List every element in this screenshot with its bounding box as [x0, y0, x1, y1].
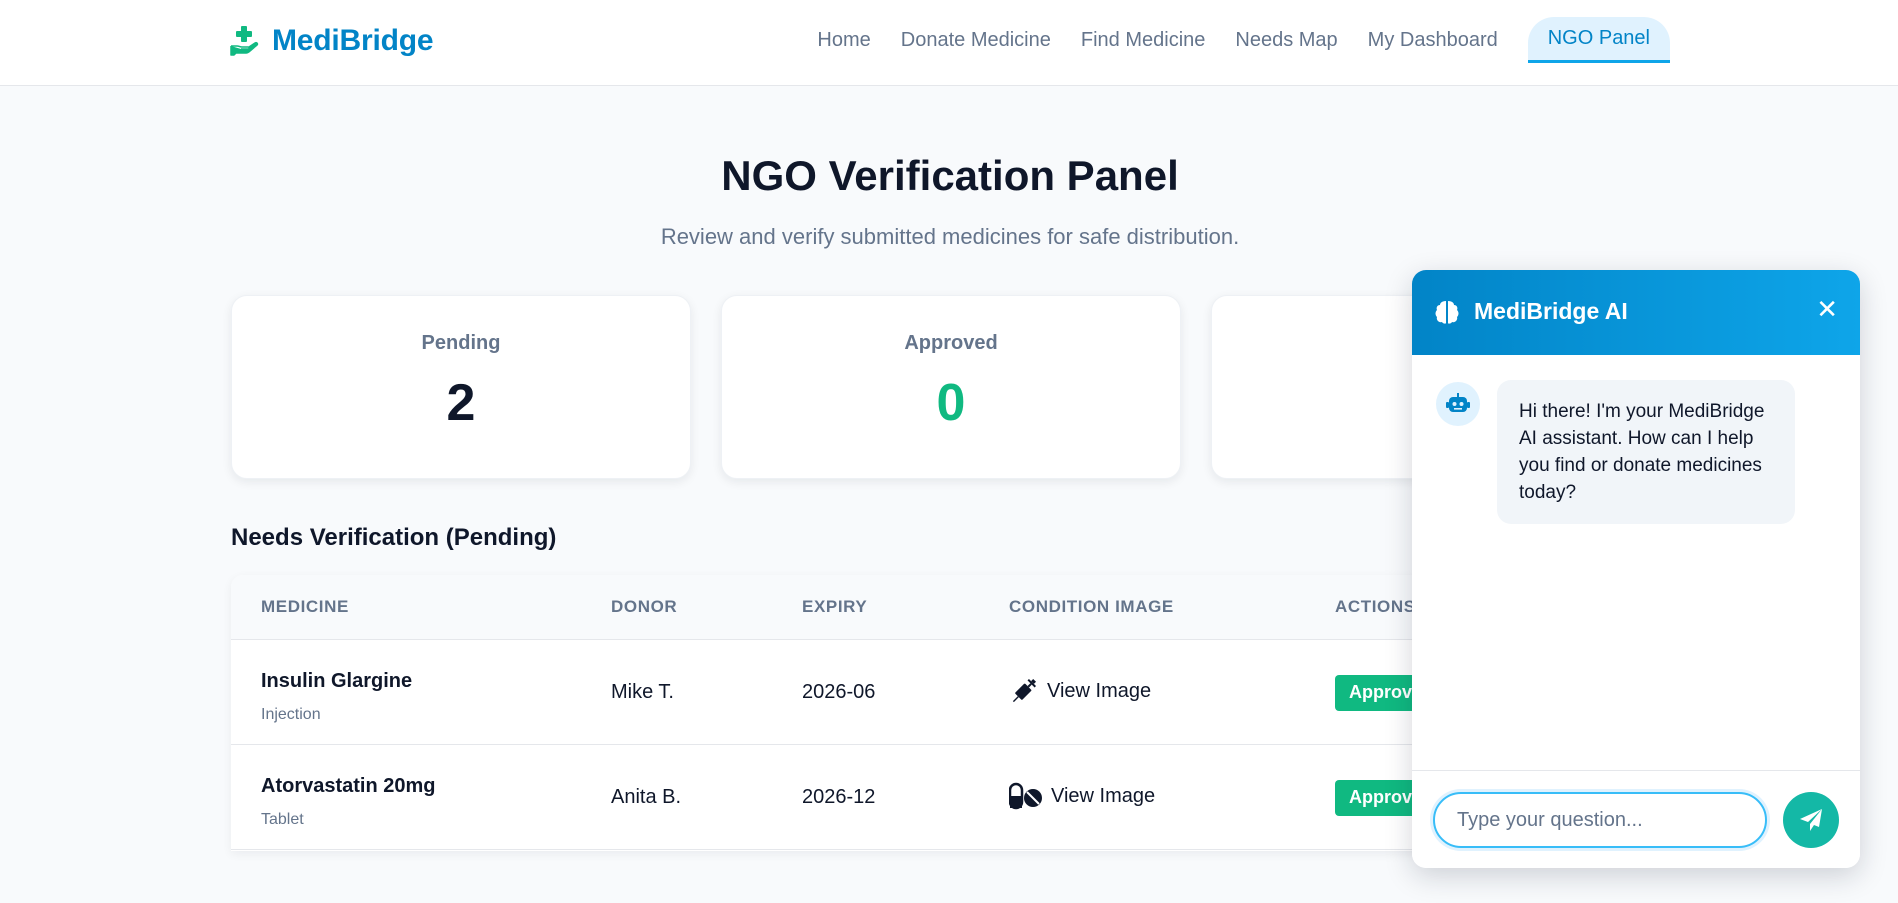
chat-header: MediBridge AI ✕	[1412, 270, 1860, 355]
view-image-link[interactable]: View Image	[1009, 781, 1155, 811]
nav-donate-medicine[interactable]: Donate Medicine	[901, 19, 1051, 62]
donor-name: Mike T.	[611, 681, 674, 703]
table-header: MEDICINE DONOR EXPIRY CONDITION IMAGE AC…	[231, 575, 1471, 640]
medicine-name: Insulin Glargine	[261, 670, 413, 692]
bot-avatar	[1436, 382, 1480, 426]
chat-input[interactable]	[1433, 792, 1767, 848]
send-button[interactable]	[1783, 792, 1839, 848]
section-title: Needs Verification (Pending)	[231, 524, 557, 551]
stat-card-approved: Approved 0	[721, 295, 1181, 479]
stat-card-pending: Pending 2	[231, 295, 691, 479]
medicine-type: Injection	[261, 706, 321, 723]
medicine-name: Atorvastatin 20mg	[261, 775, 436, 797]
donor-name: Anita B.	[611, 786, 682, 808]
nav-ngo-panel[interactable]: NGO Panel	[1527, 17, 1670, 63]
nav-find-medicine[interactable]: Find Medicine	[1081, 19, 1206, 62]
column-header-actions: ACTIONS	[1335, 597, 1416, 616]
nav-home[interactable]: Home	[817, 19, 870, 62]
stat-value: 2	[446, 374, 476, 432]
chat-footer	[1412, 770, 1860, 868]
view-image-label: View Image	[1047, 679, 1152, 702]
view-image-label: View Image	[1051, 784, 1156, 807]
bot-message: Hi there! I'm your MediBridge AI assista…	[1497, 380, 1795, 524]
pills-icon	[1009, 782, 1042, 810]
page-subtitle: Review and verify submitted medicines fo…	[660, 224, 1240, 249]
stat-label: Approved	[904, 332, 998, 354]
syringe-icon	[1012, 678, 1037, 703]
brand-name: MediBridge	[272, 24, 434, 57]
nav-my-dashboard[interactable]: My Dashboard	[1368, 19, 1498, 62]
column-header-medicine: MEDICINE	[261, 597, 349, 616]
main-nav: Home Donate Medicine Find Medicine Needs…	[787, 17, 1670, 63]
paper-plane-icon	[1800, 809, 1822, 831]
column-header-expiry: EXPIRY	[802, 597, 868, 616]
brain-icon	[1435, 301, 1459, 324]
close-icon[interactable]: ✕	[1816, 296, 1838, 322]
table-row: Atorvastatin 20mg Tablet Anita B. 2026-1…	[231, 745, 1471, 850]
ai-chat-widget: MediBridge AI ✕ Hi there! I'm your MediB…	[1412, 270, 1860, 868]
page-title: NGO Verification Panel	[721, 152, 1179, 199]
column-header-condition-image: CONDITION IMAGE	[1009, 597, 1174, 616]
stat-label: Pending	[421, 332, 501, 354]
column-header-donor: DONOR	[611, 597, 678, 616]
top-navbar: MediBridge Home Donate Medicine Find Med…	[0, 0, 1898, 86]
view-image-link[interactable]: View Image	[1009, 676, 1151, 706]
chat-title: MediBridge AI	[1474, 298, 1628, 324]
medicine-type: Tablet	[261, 811, 304, 828]
table-row: Insulin Glargine Injection Mike T. 2026-…	[231, 640, 1471, 745]
brand-logo[interactable]: MediBridge	[230, 24, 434, 58]
stat-value: 0	[936, 374, 966, 432]
verification-table: MEDICINE DONOR EXPIRY CONDITION IMAGE AC…	[231, 575, 1471, 851]
robot-icon	[1446, 393, 1470, 412]
hand-medical-icon	[230, 26, 259, 56]
expiry-date: 2026-06	[802, 681, 876, 703]
expiry-date: 2026-12	[802, 786, 876, 808]
nav-needs-map[interactable]: Needs Map	[1235, 19, 1337, 62]
